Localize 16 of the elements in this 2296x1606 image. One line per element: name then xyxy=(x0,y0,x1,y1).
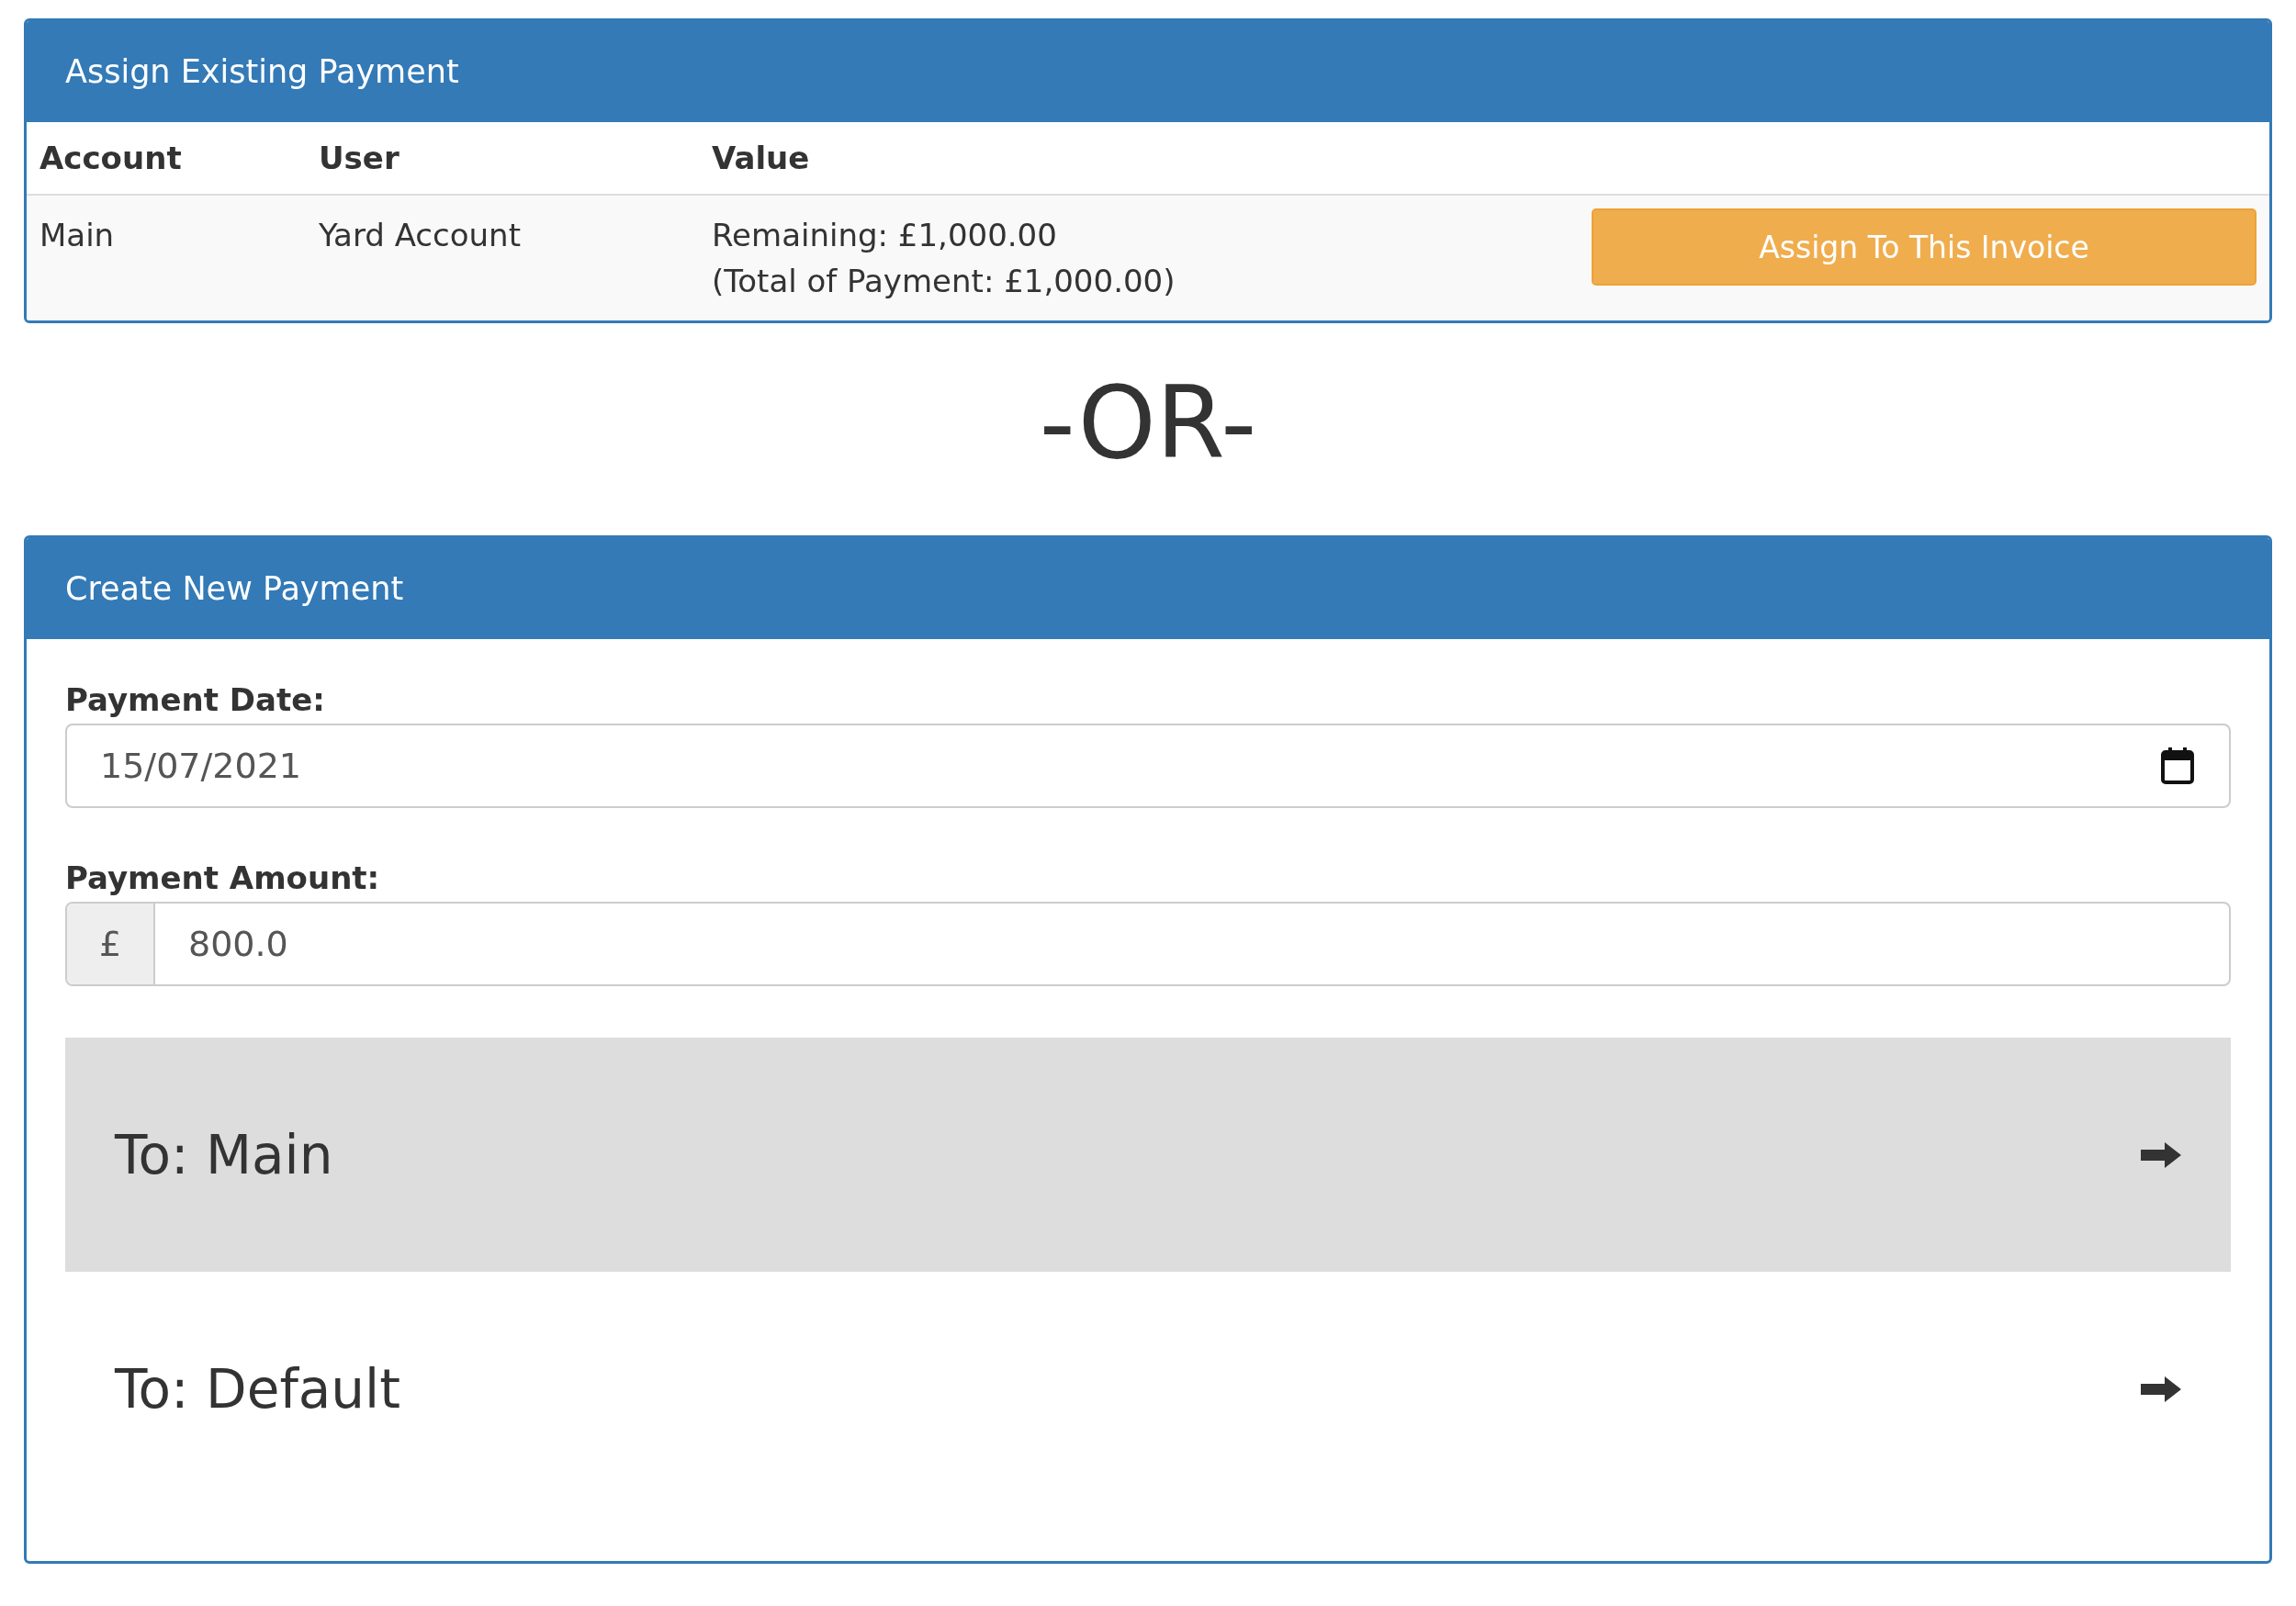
or-separator: -OR- xyxy=(1038,365,1258,482)
table-cell: Remaining: £1,000.00 (Total of Payment: £1,000.00) xyxy=(699,195,1350,320)
panel-title: Assign Existing Payment xyxy=(27,21,2269,122)
calendar-icon[interactable] xyxy=(2161,747,2194,784)
amount-field[interactable]: £ 800.0 xyxy=(65,902,2231,986)
arrow-right-icon xyxy=(2141,1141,2181,1168)
table-cell: Yard Account xyxy=(306,195,699,320)
currency-addon: £ xyxy=(67,904,155,984)
field-label: Payment Date: xyxy=(65,681,326,718)
account-option[interactable]: To: Default xyxy=(65,1272,2231,1506)
panel-title: Create New Payment xyxy=(27,538,2269,639)
table-cell: Main xyxy=(27,195,306,320)
date-field[interactable]: 15/07/2021 xyxy=(65,724,2231,808)
account-option[interactable]: To: Main xyxy=(65,1038,2231,1272)
field-label: Payment Amount: xyxy=(65,859,381,896)
arrow-right-icon xyxy=(2141,1376,2181,1402)
